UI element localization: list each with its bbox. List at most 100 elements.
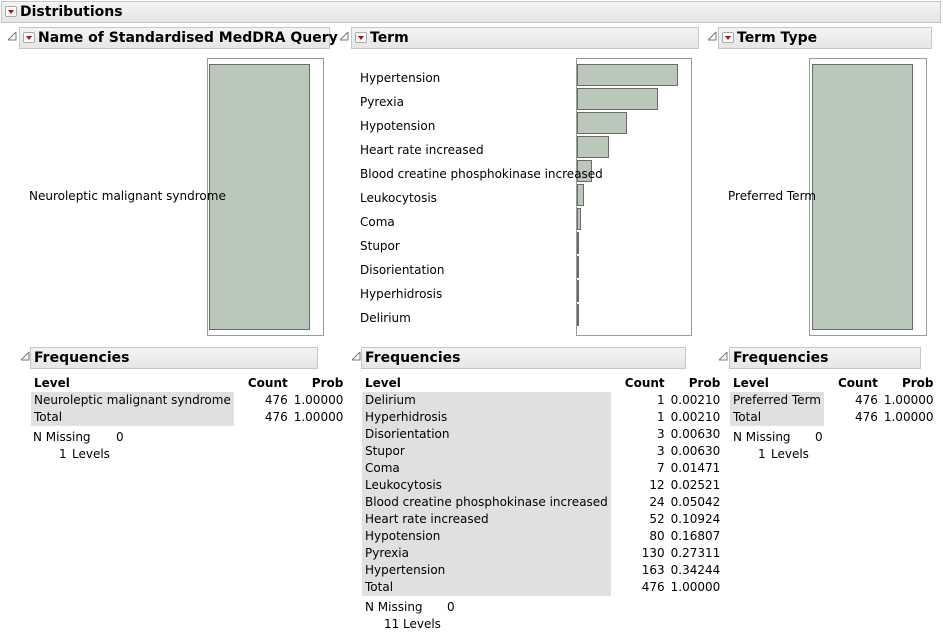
frequencies-title: Frequencies — [365, 350, 461, 366]
table-header-row: Level Count Prob — [362, 375, 723, 392]
table-row: Pyrexia 130 0.27311 — [362, 545, 723, 562]
cell-level: Total — [362, 579, 611, 596]
table-row: Total 476 1.00000 — [31, 409, 346, 426]
frequencies-header[interactable]: Frequencies — [729, 347, 921, 369]
chart-bar[interactable] — [577, 232, 579, 254]
column-header[interactable]: Count — [234, 375, 291, 392]
table-row: Preferred Term 476 1.00000 — [730, 392, 936, 409]
levels-label: Levels — [72, 447, 110, 461]
chart-bar[interactable] — [577, 136, 609, 158]
n-missing-value: 0 — [116, 430, 124, 444]
cell-prob: 0.02521 — [670, 478, 721, 492]
cell-level: Hyperhidrosis — [362, 409, 611, 426]
chart-bar[interactable] — [577, 184, 584, 206]
column-header[interactable]: Prob — [291, 375, 347, 392]
column-header[interactable]: Level — [31, 375, 234, 392]
table-row: Hypotension 80 0.16807 — [362, 528, 723, 545]
bar-chart-frame — [809, 58, 927, 336]
column-header[interactable]: Level — [362, 375, 611, 392]
axis-category-label: Neuroleptic malignant syndrome — [29, 189, 226, 203]
disclosure-triangle-icon[interactable] — [352, 352, 361, 361]
disclosure-triangle-icon[interactable] — [8, 32, 17, 41]
cell-count: 1 — [657, 393, 665, 407]
disclosure-triangle-icon[interactable] — [21, 352, 30, 361]
cell-level: Delirium — [362, 392, 611, 409]
cell-prob: 1.00000 — [293, 393, 344, 407]
red-triangle-menu-icon[interactable] — [355, 32, 367, 43]
chart-bar[interactable] — [577, 88, 658, 110]
panel-header-smq[interactable]: Name of Standardised MedDRA Query — [19, 27, 338, 49]
table-row: Delirium 1 0.00210 — [362, 392, 723, 409]
cell-level: Disorientation — [362, 426, 611, 443]
axis-category-label: Coma — [360, 215, 395, 229]
cell-prob: 0.00210 — [670, 393, 721, 407]
cell-level: Neuroleptic malignant syndrome — [31, 392, 234, 409]
cell-level: Coma — [362, 460, 611, 477]
column-header[interactable]: Level — [730, 375, 824, 392]
cell-level: Leukocytosis — [362, 477, 611, 494]
frequencies-title: Frequencies — [34, 350, 130, 366]
cell-count: 476 — [641, 580, 665, 594]
red-triangle-menu-icon[interactable] — [5, 6, 17, 17]
chart-bar[interactable] — [577, 280, 579, 302]
red-triangle-menu-icon[interactable] — [722, 32, 734, 43]
frequencies-table: Level Count Prob Delirium 1 0.00210 Hyperhidro… — [362, 375, 723, 596]
cell-count: 3 — [657, 444, 665, 458]
axis-category-label: Hyperhidrosis — [360, 287, 443, 301]
cell-prob: 1.00000 — [293, 410, 344, 424]
frequencies-header[interactable]: Frequencies — [361, 347, 686, 369]
cell-prob: 0.00630 — [670, 427, 721, 441]
axis-category-label: Delirium — [360, 311, 411, 325]
column-header[interactable]: Count — [824, 375, 881, 392]
panel-title: Term Type — [737, 30, 818, 46]
cell-prob: 0.00210 — [670, 410, 721, 424]
column-header[interactable]: Prob — [668, 375, 724, 392]
cell-prob: 1.00000 — [883, 410, 934, 424]
disclosure-triangle-icon[interactable] — [340, 32, 349, 41]
cell-level: Total — [31, 409, 234, 426]
disclosure-triangle-icon[interactable] — [708, 32, 717, 41]
table-row: Hypertension 163 0.34244 — [362, 562, 723, 579]
chart-bar[interactable] — [577, 256, 579, 278]
chart-bar[interactable] — [577, 64, 678, 86]
axis-category-label: Hypertension — [360, 71, 441, 85]
frequencies-header[interactable]: Frequencies — [30, 347, 318, 369]
n-missing-label: N Missing — [33, 430, 91, 444]
table-row: Leukocytosis 12 0.02521 — [362, 477, 723, 494]
red-triangle-menu-icon[interactable] — [23, 32, 35, 43]
cell-count: 163 — [641, 563, 665, 577]
bar-chart-frame — [576, 58, 692, 336]
panel-title: Name of Standardised MedDRA Query — [38, 30, 338, 46]
axis-category-label: Heart rate increased — [360, 143, 484, 157]
cell-count: 476 — [264, 410, 288, 424]
n-missing-value: 0 — [447, 600, 455, 614]
axis-category-label: Leukocytosis — [360, 191, 437, 205]
levels-count: 1 — [59, 447, 67, 461]
column-header[interactable]: Count — [611, 375, 668, 392]
chart-bar[interactable] — [812, 64, 913, 330]
table-row: Blood creatine phosphokinase increased 24… — [362, 494, 723, 511]
table-header-row: Level Count Prob — [730, 375, 936, 392]
n-missing-value: 0 — [815, 430, 823, 444]
cell-level: Hypertension — [362, 562, 611, 579]
cell-prob: 0.05042 — [670, 495, 721, 509]
distributions-header[interactable]: Distributions — [1, 1, 941, 23]
cell-prob: 1.00000 — [883, 393, 934, 407]
cell-count: 476 — [264, 393, 288, 407]
cell-count: 24 — [649, 495, 665, 509]
axis-category-label: Blood creatine phosphokinase increased — [360, 167, 603, 181]
disclosure-triangle-icon[interactable] — [719, 352, 728, 361]
cell-count: 1 — [657, 410, 665, 424]
chart-bar[interactable] — [577, 208, 581, 230]
chart-bar[interactable] — [577, 112, 627, 134]
column-header[interactable]: Prob — [881, 375, 937, 392]
cell-prob: 0.27311 — [670, 546, 721, 560]
cell-level: Total — [730, 409, 824, 426]
cell-count: 130 — [641, 546, 665, 560]
table-row: Hyperhidrosis 1 0.00210 — [362, 409, 723, 426]
panel-header-term[interactable]: Term — [351, 27, 699, 49]
chart-bar[interactable] — [577, 304, 579, 326]
panel-header-term-type[interactable]: Term Type — [718, 27, 932, 49]
cell-count: 476 — [854, 393, 878, 407]
table-row: Neuroleptic malignant syndrome 476 1.00000 — [31, 392, 346, 409]
